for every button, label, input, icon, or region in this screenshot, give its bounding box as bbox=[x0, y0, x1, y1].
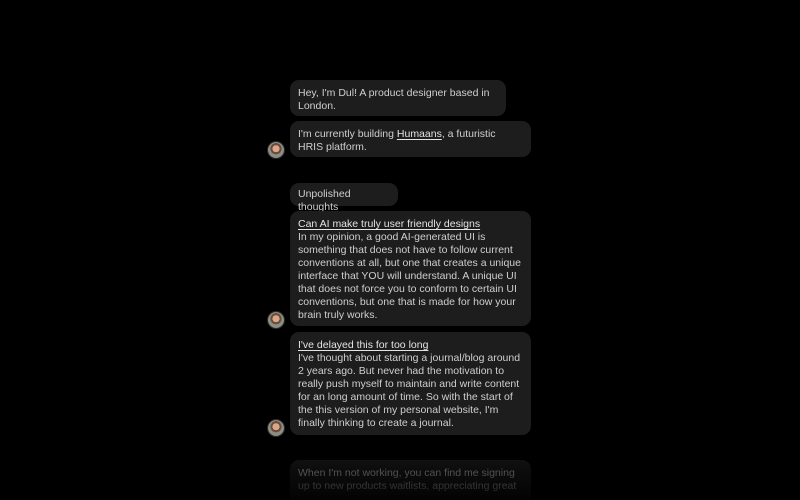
footer-message-text: When I'm not working, you can find me si… bbox=[298, 467, 517, 492]
building-message: I'm currently building Humaans, a futuri… bbox=[290, 121, 531, 157]
section-label: Unpolished thoughts bbox=[298, 188, 351, 213]
avatar bbox=[268, 142, 284, 158]
post-card: Can AI make truly user friendly designs … bbox=[290, 211, 531, 326]
footer-message: When I'm not working, you can find me si… bbox=[290, 460, 531, 500]
post-body: I've thought about starting a journal/bl… bbox=[298, 352, 521, 429]
post-card: I've delayed this for too long I've thou… bbox=[290, 332, 531, 435]
greeting-text: Hey, I'm Dul! A product designer based i… bbox=[298, 87, 490, 112]
post-title-link[interactable]: I've delayed this for too long bbox=[298, 339, 523, 352]
avatar bbox=[268, 312, 284, 328]
post-body: In my opinion, a good AI-generated UI is… bbox=[298, 231, 521, 321]
avatar bbox=[268, 420, 284, 436]
humaans-link[interactable]: Humaans bbox=[397, 128, 442, 140]
post-title-link[interactable]: Can AI make truly user friendly designs bbox=[298, 218, 523, 231]
building-prefix: I'm currently building bbox=[298, 128, 397, 140]
greeting-message: Hey, I'm Dul! A product designer based i… bbox=[290, 80, 506, 116]
section-label-message: Unpolished thoughts bbox=[290, 183, 398, 213]
